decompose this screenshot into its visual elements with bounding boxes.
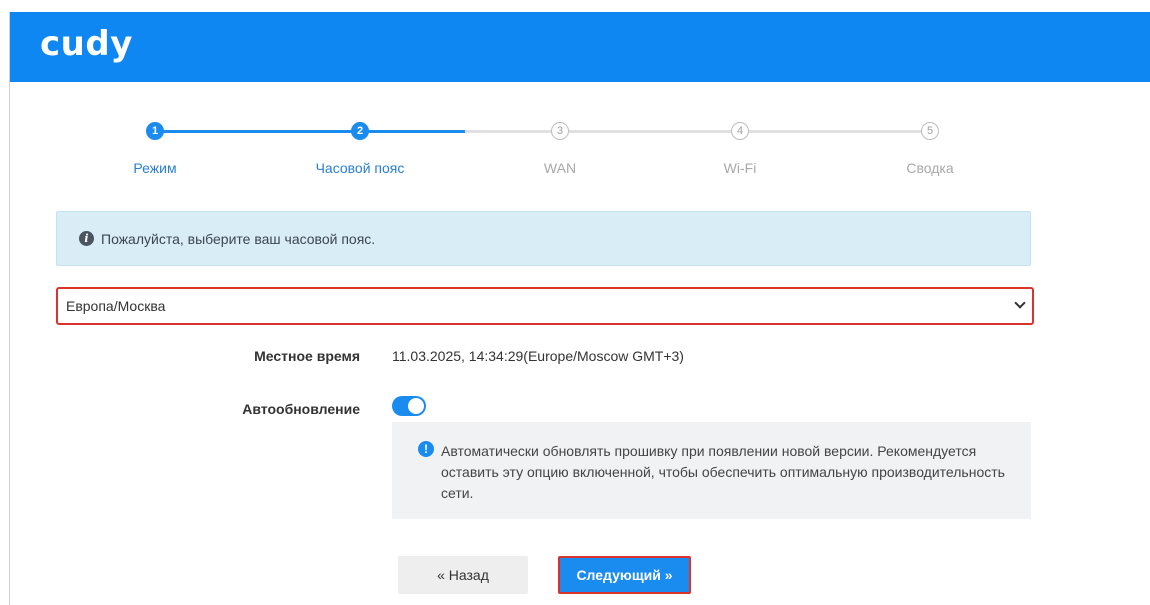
auto-update-toggle[interactable] (392, 396, 426, 416)
auto-update-note: ! Автоматически обновлять прошивку при п… (392, 422, 1031, 519)
step-1-label: Режим (133, 160, 177, 176)
timezone-info-banner: i Пожалуйста, выберите ваш часовой пояс. (56, 211, 1031, 266)
stepper-progress-complete (155, 130, 465, 133)
cudy-logo: cudy (40, 24, 133, 64)
local-time-value: 11.03.2025, 14:34:29(Europe/Moscow GMT+3… (392, 348, 684, 364)
step-1-circle: 1 (146, 122, 164, 140)
step-3-label: WAN (543, 160, 577, 176)
info-icon: i (79, 231, 94, 246)
auto-update-note-text: Автоматически обновлять прошивку при поя… (441, 443, 1005, 501)
step-3-circle: 3 (551, 122, 569, 140)
step-5-circle: 5 (921, 122, 939, 140)
banner-text: Пожалуйста, выберите ваш часовой пояс. (101, 231, 376, 247)
step-4-label: Wi-Fi (723, 160, 757, 176)
next-button[interactable]: Следующий » (558, 556, 691, 594)
toggle-knob (408, 398, 424, 414)
chevron-down-icon (1014, 297, 1026, 309)
step-5-label: Сводка (906, 160, 954, 176)
back-button[interactable]: « Назад (398, 556, 528, 594)
header-bar: cudy (10, 12, 1150, 82)
step-2-label: Часовой пояс (315, 160, 405, 176)
exclamation-icon: ! (418, 441, 434, 457)
local-time-label: Местное время (254, 348, 360, 364)
timezone-select-value: Европа/Москва (66, 298, 166, 314)
step-2-circle: 2 (351, 122, 369, 140)
timezone-select[interactable]: Европа/Москва (56, 287, 1034, 325)
step-4-circle: 4 (731, 122, 749, 140)
stepper-progress-pending (465, 130, 930, 133)
auto-update-label: Автообновление (242, 401, 360, 417)
